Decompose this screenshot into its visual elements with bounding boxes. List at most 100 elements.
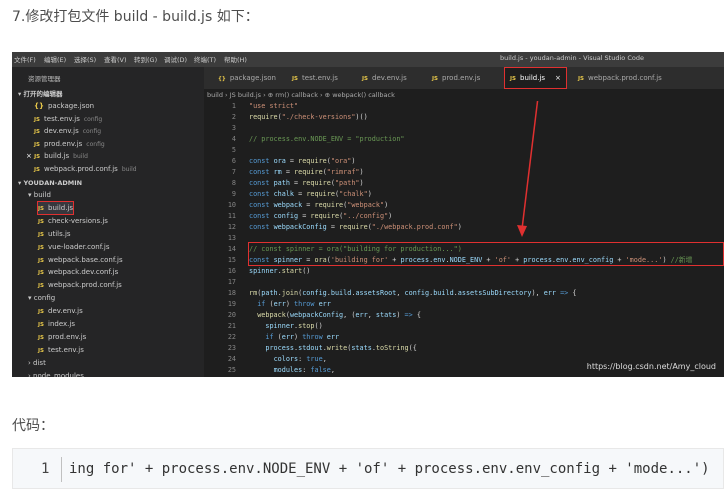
open-editor-item[interactable]: JS dev.env.js config: [34, 125, 101, 137]
file-name: build.js: [48, 203, 74, 212]
file-name: index.js: [48, 320, 75, 328]
js-file-icon: JS: [38, 322, 45, 328]
js-file-icon: JS: [292, 76, 299, 82]
js-file-icon: JS: [34, 154, 41, 160]
editor-tab[interactable]: JS prod.env.js: [426, 67, 486, 89]
editor-tab[interactable]: JS test.env.js: [286, 67, 344, 89]
js-file-icon: JS: [38, 283, 45, 290]
js-file-icon: JS: [38, 205, 45, 212]
file-name: package.json: [47, 102, 95, 110]
open-editors-header[interactable]: ▾ 打开的编辑器: [18, 88, 63, 100]
explorer-title: 资源管理器: [28, 75, 61, 83]
file-item[interactable]: JS index.js: [38, 318, 75, 330]
file-name: build: [33, 191, 51, 199]
menu-bar: 文件(F) 编辑(E) 选择(S) 查看(V) 转到(G) 调试(D) 终端(T…: [12, 52, 724, 67]
breadcrumb[interactable]: build › JS build.js › ⊕ rm() callback › …: [207, 91, 395, 99]
menu-debug[interactable]: 调试(D): [164, 54, 187, 64]
file-item[interactable]: JS check-versions.js: [38, 215, 108, 227]
tab-label: test.env.js: [302, 74, 338, 82]
open-editor-item[interactable]: {} package.json: [34, 100, 94, 112]
snippet-line-number: 1: [41, 461, 50, 477]
tab-label: build.js: [520, 74, 546, 82]
folder-item[interactable]: › dist: [28, 357, 46, 369]
open-editor-item[interactable]: JS webpack.prod.conf.js build: [34, 163, 137, 175]
menu-help[interactable]: 帮助(H): [224, 54, 247, 64]
menu-goto[interactable]: 转到(G): [134, 54, 157, 64]
js-file-icon: JS: [34, 116, 41, 123]
file-item[interactable]: JS webpack.prod.conf.js: [38, 279, 122, 291]
window-title: build.js - youdan-admin - Visual Studio …: [500, 54, 644, 62]
file-item[interactable]: JS dev.env.js: [38, 305, 83, 317]
snippet-code: ing for' + process.env.NODE_ENV + 'of' +…: [69, 461, 710, 477]
open-editor-item[interactable]: JS prod.env.js config: [34, 138, 105, 150]
menu-terminal[interactable]: 终端(T): [194, 54, 216, 64]
js-file-icon: JS: [38, 257, 45, 264]
open-editor-item[interactable]: JS test.env.js config: [34, 113, 102, 125]
file-name: dist: [33, 358, 46, 367]
explorer-sidebar: 资源管理器 ▾ 打开的编辑器 {} package.json JS test.env.…: [12, 67, 204, 377]
file-name: check-versions.js: [48, 216, 108, 225]
js-file-icon: JS: [34, 129, 41, 135]
close-icon[interactable]: ×: [26, 152, 34, 160]
js-file-icon: JS: [38, 270, 45, 277]
folder-item[interactable]: ▾ config: [28, 292, 55, 304]
menu-view[interactable]: 查看(V): [104, 54, 127, 64]
file-item[interactable]: JS prod.env.js: [38, 331, 86, 343]
project-header[interactable]: ▾ YOUDAN-ADMIN: [18, 177, 82, 189]
file-item[interactable]: JS test.env.js: [38, 344, 84, 356]
file-name: config: [33, 294, 56, 303]
json-file-icon: {}: [218, 76, 226, 82]
js-file-icon: JS: [432, 76, 439, 82]
code-editor[interactable]: 1 "use strict" 2 require("./check-versions…: [204, 101, 724, 377]
step-heading: 7.修改打包文件 build - build.js 如下：: [12, 9, 259, 25]
tab-label: dev.env.js: [372, 74, 407, 82]
file-name: node_modules: [33, 371, 84, 377]
folder-item[interactable]: ▾ build: [28, 189, 51, 201]
file-name: utils.js: [48, 229, 71, 238]
highlight-box: [248, 242, 724, 266]
js-file-icon: JS: [34, 166, 41, 173]
file-item[interactable]: JS vue-loader.conf.js: [38, 241, 110, 253]
js-file-icon: JS: [34, 141, 41, 148]
folder-item[interactable]: › node_modules: [28, 370, 84, 377]
file-name: prod.env.js: [44, 139, 83, 148]
file-name: webpack.base.conf.js: [48, 255, 123, 264]
js-file-icon: JS: [578, 76, 585, 82]
file-item[interactable]: JS utils.js: [38, 228, 71, 240]
file-name: dev.env.js: [44, 127, 79, 135]
menu-edit[interactable]: 编辑(E): [44, 54, 66, 64]
file-folder-hint: build: [73, 153, 88, 160]
file-name: vue-loader.conf.js: [48, 242, 110, 251]
file-item[interactable]: JS webpack.base.conf.js: [38, 254, 123, 266]
file-folder-hint: config: [86, 140, 105, 148]
tab-label: package.json: [229, 74, 276, 82]
editor-tab[interactable]: JS webpack.prod.conf.js: [572, 67, 668, 89]
open-editor-item[interactable]: × JS build.js build: [26, 150, 88, 162]
js-file-icon: JS: [38, 334, 45, 341]
file-item[interactable]: JS build.js: [36, 200, 75, 215]
editor-tab[interactable]: JS dev.env.js: [356, 67, 413, 89]
file-folder-hint: build: [121, 165, 137, 173]
file-item[interactable]: JS webpack.dev.conf.js: [38, 266, 118, 278]
js-file-icon: JS: [38, 309, 45, 316]
editor-tab[interactable]: JS build.js ×: [504, 67, 567, 89]
js-file-icon: JS: [510, 76, 517, 82]
editor-tabs: {} package.json JS test.env.js JS dev.env.js J…: [204, 67, 724, 89]
file-folder-hint: config: [83, 115, 103, 123]
json-file-icon: {}: [34, 102, 44, 110]
file-name: webpack.dev.conf.js: [48, 268, 119, 277]
close-icon[interactable]: ×: [555, 74, 561, 82]
file-name: test.env.js: [48, 345, 84, 354]
watermark: https://blog.csdn.net/Amy_cloud: [586, 362, 716, 371]
menu-file[interactable]: 文件(F): [14, 54, 36, 64]
file-name: prod.env.js: [48, 332, 87, 341]
menu-selection[interactable]: 选择(S): [74, 54, 96, 64]
js-file-icon: JS: [38, 244, 45, 251]
js-file-icon: JS: [38, 347, 45, 354]
js-file-icon: JS: [38, 231, 45, 238]
code-snippet[interactable]: 1 ing for' + process.env.NODE_ENV + 'of'…: [12, 448, 724, 489]
file-name: dev.env.js: [48, 307, 83, 316]
vscode-screenshot: 文件(F) 编辑(E) 选择(S) 查看(V) 转到(G) 调试(D) 终端(T…: [12, 52, 724, 377]
js-file-icon: JS: [362, 76, 369, 82]
editor-tab[interactable]: {} package.json: [212, 67, 282, 89]
